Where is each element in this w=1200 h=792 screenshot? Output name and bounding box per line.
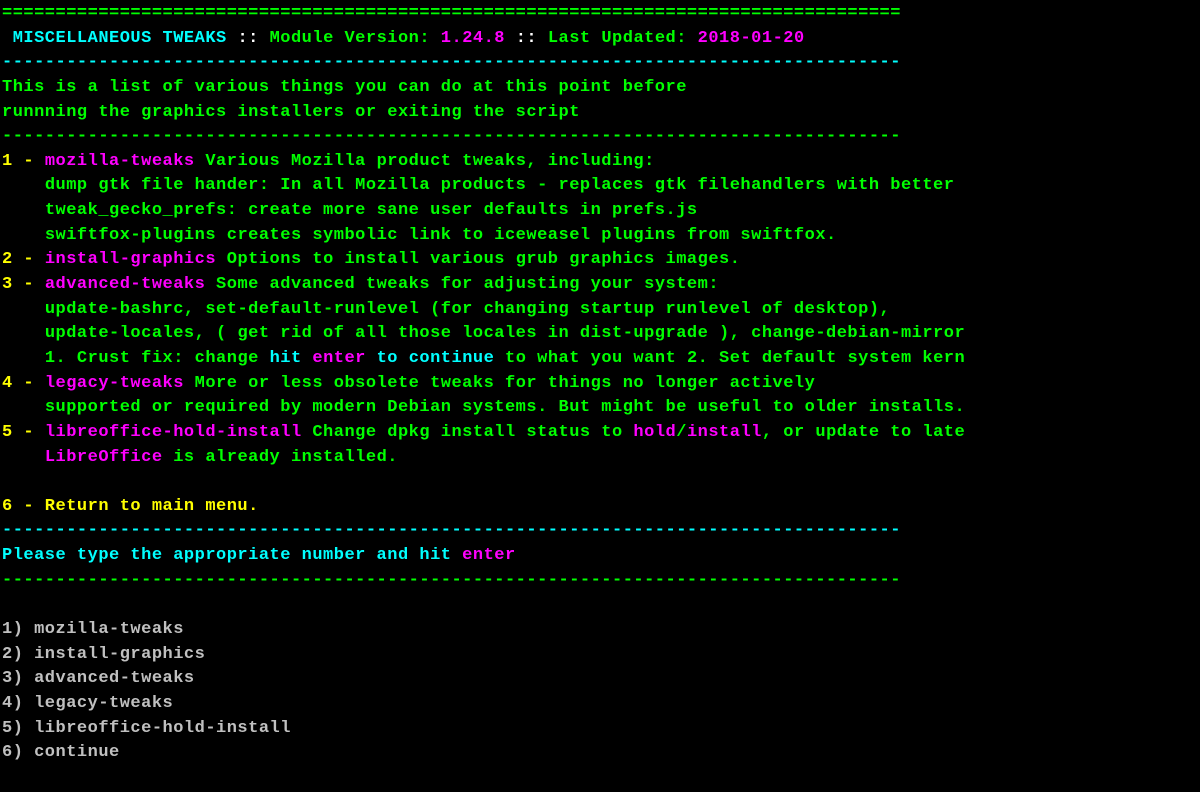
opt-sub: update-bashrc, set-default-runlevel (for… bbox=[2, 300, 890, 319]
divider: ----------------------------------------… bbox=[2, 521, 901, 540]
opt-sub: update-locales, ( get rid of all those l… bbox=[2, 324, 965, 343]
opt-name: install-graphics bbox=[45, 250, 216, 269]
continue-word: to continue bbox=[366, 349, 494, 368]
opt-num: 2 - bbox=[2, 250, 45, 269]
sep: :: bbox=[505, 29, 548, 48]
opt-name: advanced-tweaks bbox=[45, 275, 206, 294]
opt-desc: Some advanced tweaks for adjusting your … bbox=[205, 275, 719, 294]
opt-sub: swiftfox-plugins creates symbolic link t… bbox=[2, 226, 837, 245]
opt-return: 6 - Return to main menu. bbox=[2, 497, 259, 516]
hit-word: hit bbox=[270, 349, 313, 368]
menu-item[interactable]: 2) install-graphics bbox=[2, 645, 205, 664]
slash: / bbox=[676, 423, 687, 442]
install-word: install bbox=[687, 423, 762, 442]
libreoffice-word: LibreOffice bbox=[45, 448, 163, 467]
opt-name: libreoffice-hold-install bbox=[45, 423, 302, 442]
opt-num: 3 - bbox=[2, 275, 45, 294]
opt-sub-pad bbox=[2, 448, 45, 467]
version-value: 1.24.8 bbox=[430, 29, 505, 48]
opt-num: 5 - bbox=[2, 423, 45, 442]
prompt-text: Please type the appropriate number and h… bbox=[2, 546, 462, 565]
opt-num: 1 - bbox=[2, 152, 45, 171]
opt-name: legacy-tweaks bbox=[45, 374, 184, 393]
menu-item[interactable]: 3) advanced-tweaks bbox=[2, 669, 195, 688]
header-rule: ========================================… bbox=[2, 4, 901, 23]
hold-word: hold bbox=[633, 423, 676, 442]
menu-item[interactable]: 5) libreoffice-hold-install bbox=[2, 719, 291, 738]
opt-sub-rest: to what you want 2. Set default system k… bbox=[494, 349, 965, 368]
updated-label: Last Updated: bbox=[548, 29, 687, 48]
updated-value: 2018-01-20 bbox=[687, 29, 805, 48]
opt-desc: Various Mozilla product tweaks, includin… bbox=[195, 152, 655, 171]
menu-item[interactable]: 4) legacy-tweaks bbox=[2, 694, 173, 713]
sep: :: bbox=[227, 29, 270, 48]
opt-desc: More or less obsolete tweaks for things … bbox=[184, 374, 815, 393]
opt-name: mozilla-tweaks bbox=[45, 152, 195, 171]
opt-sub: supported or required by modern Debian s… bbox=[2, 398, 965, 417]
intro-text: This is a list of various things you can… bbox=[2, 78, 687, 97]
version-label: Module Version: bbox=[270, 29, 431, 48]
divider: ----------------------------------------… bbox=[2, 571, 901, 590]
intro-text: runnning the graphics installers or exit… bbox=[2, 103, 580, 122]
opt-desc: Change dpkg install status to bbox=[302, 423, 634, 442]
opt-desc: Options to install various grub graphics… bbox=[216, 250, 740, 269]
opt-sub-rest: is already installed. bbox=[163, 448, 398, 467]
divider: ----------------------------------------… bbox=[2, 53, 901, 72]
menu-item[interactable]: 6) continue bbox=[2, 743, 120, 762]
header-title: MISCELLANEOUS TWEAKS bbox=[13, 29, 227, 48]
menu-item[interactable]: 1) mozilla-tweaks bbox=[2, 620, 184, 639]
terminal-output: ========================================… bbox=[2, 2, 1198, 766]
opt-sub: dump gtk file hander: In all Mozilla pro… bbox=[2, 176, 954, 195]
enter-word: enter bbox=[312, 349, 366, 368]
opt-sub: tweak_gecko_prefs: create more sane user… bbox=[2, 201, 698, 220]
enter-word: enter bbox=[462, 546, 516, 565]
opt-sub: 1. Crust fix: change bbox=[2, 349, 270, 368]
divider: ----------------------------------------… bbox=[2, 127, 901, 146]
opt-num: 4 - bbox=[2, 374, 45, 393]
opt-desc-rest: , or update to late bbox=[762, 423, 965, 442]
